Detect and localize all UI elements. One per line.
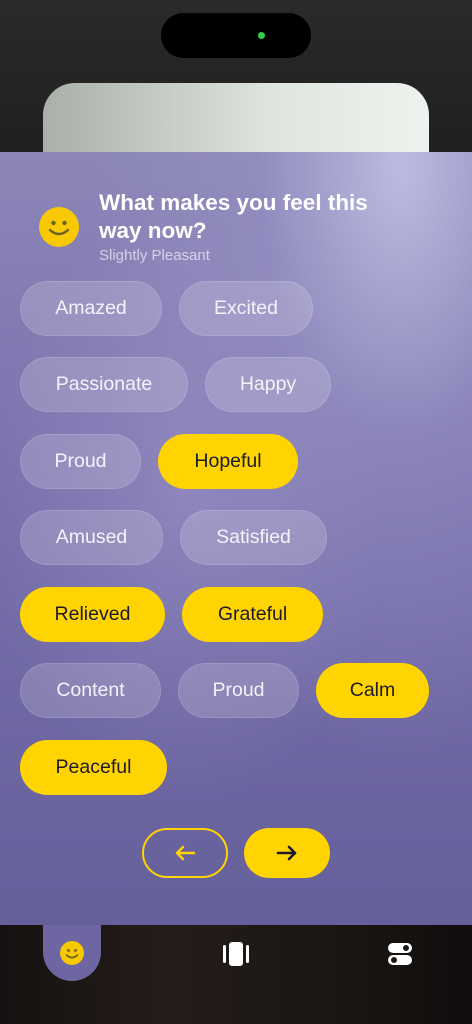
back-button[interactable] (142, 828, 228, 878)
emotion-chip-label: Excited (214, 297, 278, 319)
smiley-face-icon (39, 207, 79, 247)
next-button[interactable] (244, 828, 330, 878)
tab-cards[interactable] (222, 941, 250, 967)
emotion-chip-label: Content (56, 679, 125, 701)
emotion-chip-label: Amazed (55, 297, 127, 319)
toggles-icon (388, 943, 412, 965)
emotion-chip-label: Peaceful (55, 756, 132, 778)
emotion-chip-label: Grateful (217, 603, 288, 625)
emotion-chip[interactable]: Excited (179, 281, 313, 336)
emotion-chip-label: Satisfied (216, 526, 291, 548)
emotion-chip-label: Relieved (54, 603, 131, 625)
smiley-face-icon (60, 941, 84, 965)
mood-label: Slightly Pleasant (99, 247, 210, 264)
emotion-chip-label: Passionate (55, 373, 153, 395)
emotion-chip-label: Happy (239, 373, 297, 395)
emotion-chip[interactable]: Amused (20, 510, 163, 565)
emotion-chip[interactable]: Calm (316, 663, 429, 718)
page-title: What makes you feel this way now? (99, 190, 368, 243)
emotion-chip-label: Calm (349, 679, 396, 701)
emotion-chip[interactable]: Proud (178, 663, 299, 718)
emotion-chip-label: Amused (55, 526, 128, 548)
tab-mood[interactable] (43, 925, 101, 981)
emotion-chip-label: Proud (212, 679, 265, 701)
emotion-chip[interactable]: Hopeful (158, 434, 298, 489)
tab-settings[interactable] (387, 942, 413, 966)
emotion-chip[interactable]: Amazed (20, 281, 162, 336)
emotion-chip[interactable]: Proud (20, 434, 141, 489)
cards-icon (223, 942, 249, 966)
emotion-chip[interactable]: Passionate (20, 357, 188, 412)
camera-indicator-icon (258, 32, 265, 39)
emotion-chip[interactable]: Peaceful (20, 740, 167, 795)
emotion-chip[interactable]: Grateful (182, 587, 323, 642)
emotion-chip-label: Proud (54, 450, 107, 472)
emotion-chip-label: Hopeful (194, 450, 262, 472)
dynamic-island (161, 13, 311, 58)
arrow-left-icon (175, 845, 196, 861)
emotion-chip[interactable]: Relieved (20, 587, 165, 642)
emotion-chip[interactable]: Content (20, 663, 161, 718)
arrow-right-icon (276, 845, 297, 861)
emotion-chip[interactable]: Satisfied (180, 510, 327, 565)
emotion-chip[interactable]: Happy (205, 357, 331, 412)
